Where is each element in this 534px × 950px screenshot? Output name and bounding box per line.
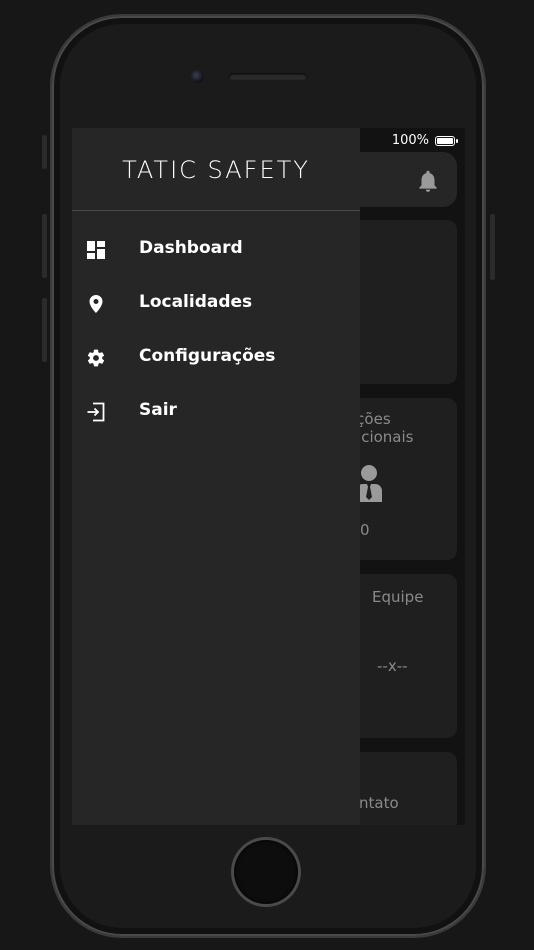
menu-item-label: Sair — [139, 400, 177, 420]
menu-item-dashboard[interactable]: Dashboard — [72, 225, 360, 275]
mute-switch — [42, 135, 47, 169]
menu-item-label: Dashboard — [139, 238, 243, 258]
menu-item-configuracoes[interactable]: Configurações — [72, 333, 360, 383]
power-button — [490, 214, 495, 280]
app-screen: ições acionais 0 Equipe --x-- ntato 9:41… — [72, 128, 465, 825]
card-value: --x-- — [377, 657, 408, 675]
menu-item-localidades[interactable]: Localidades — [72, 279, 360, 329]
navigation-drawer: TATIC SAFETY Dashboard Localidades Confi… — [72, 128, 360, 825]
front-camera — [191, 70, 204, 83]
battery-percent: 100% — [391, 133, 429, 148]
battery-icon — [435, 136, 458, 146]
home-button[interactable] — [234, 840, 298, 904]
logout-icon — [87, 402, 105, 422]
earpiece-speaker — [229, 73, 307, 80]
menu-item-label: Configurações — [139, 346, 276, 366]
gear-icon — [87, 349, 105, 367]
app-logo: TATIC SAFETY — [122, 156, 310, 184]
dashboard-icon — [87, 241, 105, 259]
volume-up-button — [42, 214, 47, 278]
menu-item-sair[interactable]: Sair — [72, 387, 360, 437]
menu-item-label: Localidades — [139, 292, 253, 312]
card-value: 0 — [360, 521, 370, 539]
card-title: Equipe — [372, 588, 424, 606]
card-title: ntato — [359, 794, 399, 812]
card-title: acionais — [352, 428, 414, 446]
location-pin-icon — [89, 295, 103, 313]
volume-down-button — [42, 298, 47, 362]
drawer-header: TATIC SAFETY — [72, 128, 360, 211]
bell-icon[interactable] — [415, 168, 441, 194]
